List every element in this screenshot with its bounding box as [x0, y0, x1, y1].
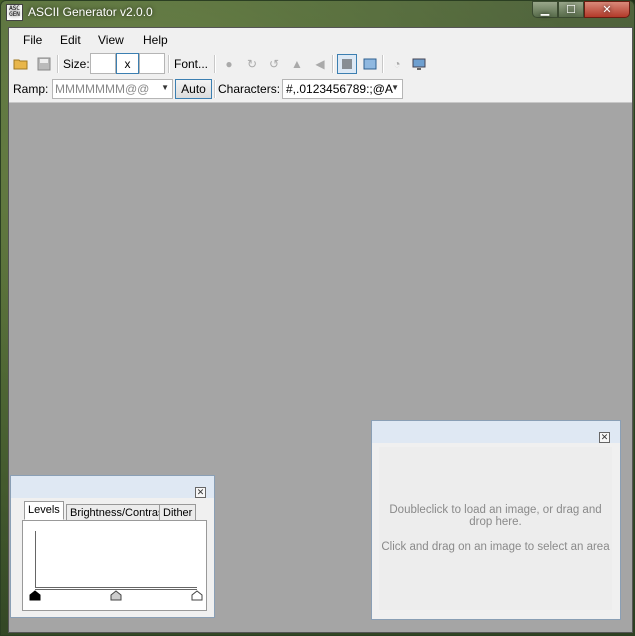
characters-value: #,.0123456789:;@A	[286, 82, 393, 96]
menu-help[interactable]: Help	[143, 33, 168, 47]
characters-label: Characters:	[218, 82, 281, 96]
close-icon[interactable]: ✕	[599, 432, 610, 443]
close-button[interactable]: ✕	[584, 1, 630, 18]
levels-y-axis	[35, 531, 36, 587]
load-image-hint: Doubleclick to load an image, or drag an…	[389, 504, 602, 528]
zoom-icon[interactable]: ◔	[389, 56, 405, 72]
save-icon[interactable]	[36, 56, 52, 72]
maximize-button[interactable]: ☐	[558, 1, 584, 18]
close-icon: ✕	[602, 4, 612, 16]
black-point-slider[interactable]	[29, 590, 41, 601]
maximize-icon: ☐	[566, 4, 576, 16]
chevron-down-icon: ▼	[161, 83, 169, 92]
size-separator: x	[116, 53, 139, 74]
menu-bar: File Edit View Help	[9, 28, 632, 52]
open-icon[interactable]	[13, 56, 29, 72]
image-view-icon[interactable]	[362, 56, 378, 72]
ramp-toolbar: Ramp: MMMMMMM@@ ▼ Auto Characters: #,.01…	[9, 76, 632, 103]
size-label: Size:	[63, 57, 90, 71]
flip-v-icon[interactable]: ◀	[312, 56, 328, 72]
rotate-cw-icon[interactable]: ↻	[244, 56, 260, 72]
font-button[interactable]: Font...	[174, 57, 208, 71]
caption-buttons: ▁ ☐ ✕	[532, 1, 630, 19]
characters-combo[interactable]: #,.0123456789:;@A ▼	[282, 79, 403, 99]
app-window: ASC GEN ASCII Generator v2.0.0 ▁ ☐ ✕ Fil…	[0, 0, 635, 636]
window-title: ASCII Generator v2.0.0	[28, 5, 153, 19]
main-toolbar: Size: x Font... ● ↻ ↺ ▲ ◀ ◔	[9, 52, 632, 76]
preview-panel: ✕ Doubleclick to load an image, or drag …	[371, 420, 621, 620]
menu-view[interactable]: View	[98, 33, 124, 47]
monitor-icon[interactable]	[411, 56, 427, 72]
minimize-button[interactable]: ▁	[532, 1, 558, 18]
client-area: File Edit View Help Size: x Font... ● ↻ …	[8, 27, 633, 633]
close-icon[interactable]: ✕	[195, 487, 206, 498]
circle-icon[interactable]: ●	[221, 56, 237, 72]
levels-tab-body	[22, 520, 207, 611]
levels-x-axis	[35, 587, 197, 588]
title-bar[interactable]: ASC GEN ASCII Generator v2.0.0 ▁ ☐ ✕	[1, 1, 634, 25]
select-area-hint: Click and drag on an image to select an …	[381, 541, 610, 553]
menu-file[interactable]: File	[23, 33, 42, 47]
image-drop-area[interactable]: Doubleclick to load an image, or drag an…	[379, 447, 612, 610]
tab-levels[interactable]: Levels	[24, 501, 64, 520]
ramp-value: MMMMMMM@@	[55, 82, 150, 96]
size-width-input[interactable]	[90, 53, 116, 74]
rotate-ccw-icon[interactable]: ↺	[266, 56, 282, 72]
chevron-down-icon: ▼	[391, 83, 399, 92]
auto-button[interactable]: Auto	[175, 79, 212, 99]
menu-edit[interactable]: Edit	[60, 33, 81, 47]
levels-panel: ✕ Levels Brightness/Contrast Dither	[10, 475, 215, 618]
size-height-input[interactable]	[139, 53, 165, 74]
white-point-slider[interactable]	[191, 590, 203, 601]
ramp-combo[interactable]: MMMMMMM@@ ▼	[52, 79, 173, 99]
flip-h-icon[interactable]: ▲	[289, 56, 305, 72]
app-icon: ASC GEN	[6, 4, 23, 21]
ramp-label: Ramp:	[13, 82, 49, 96]
text-view-icon[interactable]	[337, 54, 357, 74]
tab-brightness-contrast[interactable]: Brightness/Contrast	[66, 504, 171, 521]
minimize-icon: ▁	[540, 4, 550, 16]
gamma-slider[interactable]	[110, 590, 122, 601]
tab-dither[interactable]: Dither	[159, 504, 197, 521]
